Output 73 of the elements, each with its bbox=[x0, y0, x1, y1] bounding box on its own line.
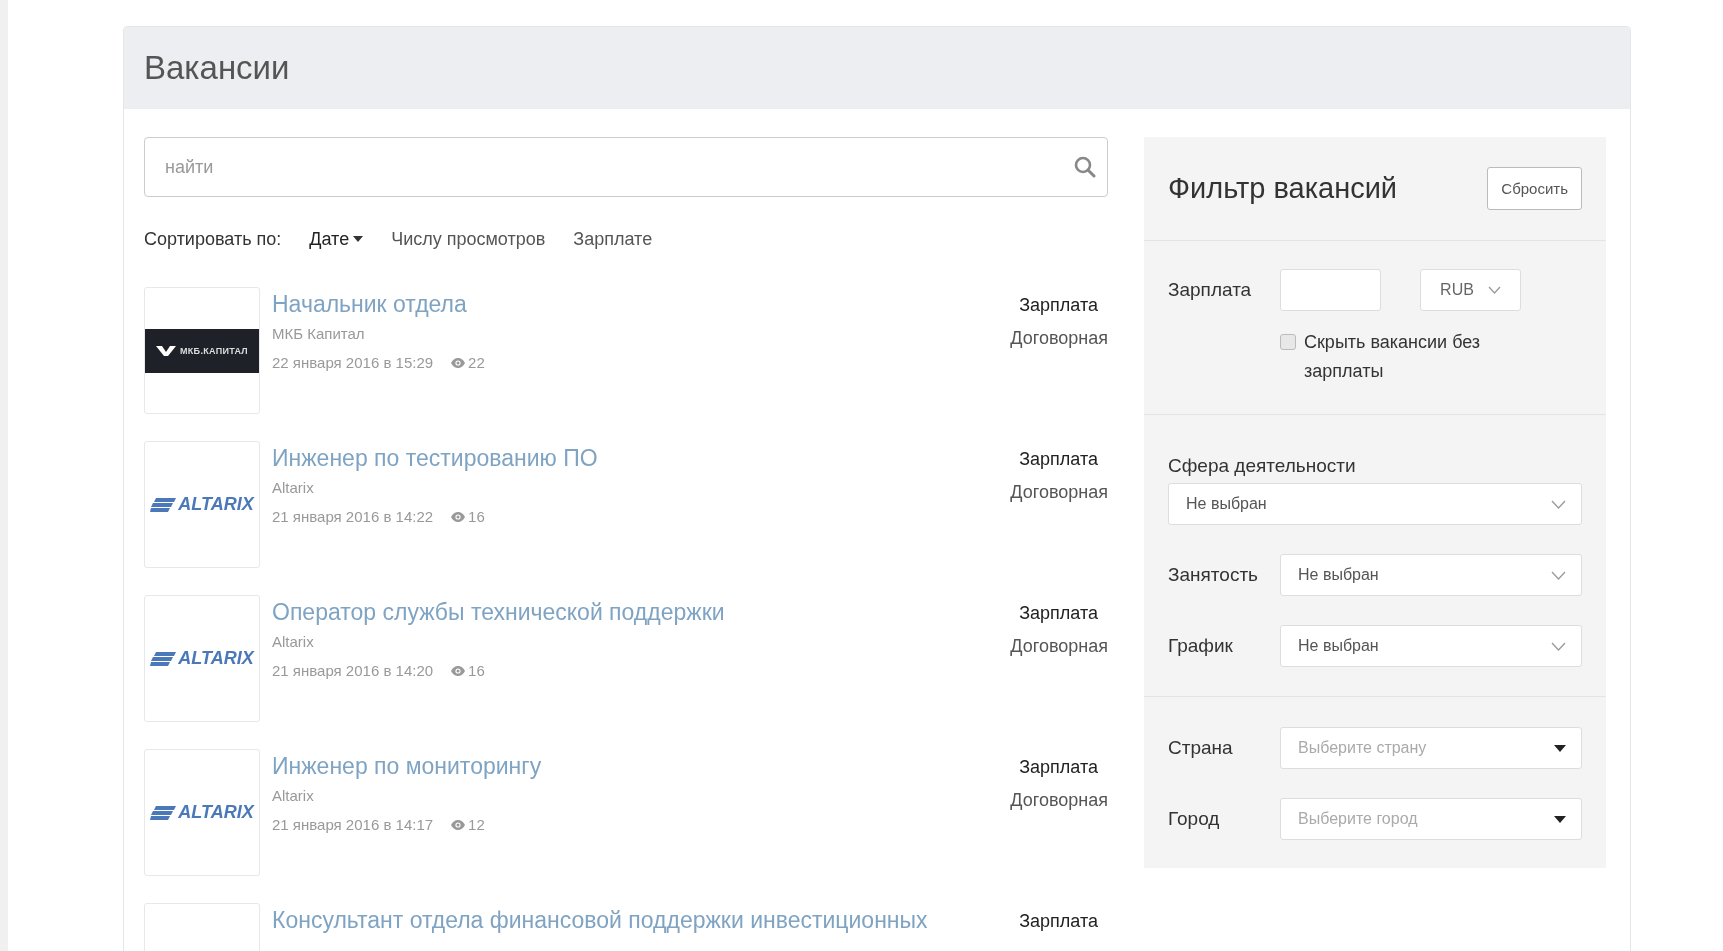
company-name: Altarix bbox=[272, 787, 315, 804]
eye-icon bbox=[451, 357, 466, 368]
location-select[interactable]: Выберите город bbox=[1280, 798, 1582, 840]
salary-value: Договорная bbox=[1009, 636, 1108, 657]
sphere-select[interactable]: Не выбран bbox=[1168, 483, 1582, 525]
salary-label: Зарплата bbox=[1018, 295, 1099, 316]
checkbox-label: Скрыть вакансии без зарплаты bbox=[1304, 331, 1482, 383]
vacancy-title-link[interactable]: Инженер по тестированию ПО bbox=[272, 445, 998, 472]
sort-label: Сортировать по: bbox=[144, 228, 282, 250]
select-label: График bbox=[1168, 635, 1234, 657]
company-name: МКБ Капитал bbox=[272, 325, 366, 342]
chevron-down-icon bbox=[1551, 570, 1566, 580]
post-date: 21 января 2016 в 14:17 bbox=[272, 816, 434, 833]
vacancy-title-link[interactable]: Начальник отдела bbox=[272, 291, 998, 318]
view-count: 16 bbox=[468, 662, 485, 679]
reset-button[interactable]: Сбросить bbox=[1487, 167, 1582, 210]
company-name: Altarix bbox=[272, 633, 315, 650]
currency-select[interactable]: RUB bbox=[1420, 269, 1521, 311]
location-label: Город bbox=[1168, 808, 1221, 830]
logo-text: ALTARIX bbox=[178, 802, 254, 823]
company-logo[interactable]: ALTARIX bbox=[144, 749, 260, 876]
view-count: 22 bbox=[468, 354, 485, 371]
sort-option[interactable]: Дате bbox=[309, 228, 364, 250]
salary-value: Договорная bbox=[1009, 790, 1108, 811]
company-logo[interactable]: МКБ.КАПИТАЛ bbox=[144, 287, 260, 414]
dropdown-select[interactable]: Не выбран bbox=[1280, 625, 1582, 667]
stripes-mark-icon bbox=[150, 651, 177, 666]
logo-text: ALTARIX bbox=[178, 494, 254, 515]
vacancy-title-link[interactable]: Оператор службы технической поддержки bbox=[272, 599, 998, 626]
post-date: 21 января 2016 в 14:20 bbox=[272, 662, 434, 679]
salary-value: Договорная bbox=[1009, 328, 1108, 349]
company-logo[interactable]: ALTARIX bbox=[144, 595, 260, 722]
salary-label: Зарплата bbox=[1168, 279, 1253, 301]
dropdown-select[interactable]: Не выбран bbox=[1280, 554, 1582, 596]
sphere-label: Сфера деятельности bbox=[1168, 455, 1357, 477]
location-label: Страна bbox=[1168, 737, 1234, 759]
chevron-down-icon bbox=[1551, 499, 1566, 509]
company-name: Altarix bbox=[272, 479, 315, 496]
search-icon[interactable] bbox=[1074, 156, 1096, 178]
chevron-down-icon bbox=[1487, 286, 1501, 294]
salary-value: Договорная bbox=[1009, 482, 1108, 503]
eye-icon bbox=[451, 511, 466, 522]
vacancy-title-link[interactable]: Инженер по мониторингу bbox=[272, 753, 998, 780]
sort-option[interactable]: Зарплате bbox=[573, 228, 653, 250]
post-date: 22 января 2016 в 15:29 bbox=[272, 354, 434, 371]
eye-icon bbox=[451, 665, 466, 676]
search-field[interactable]: найти bbox=[144, 137, 1108, 197]
salary-label: Зарплата bbox=[1018, 603, 1099, 624]
select-label: Занятость bbox=[1168, 564, 1259, 586]
salary-label: Зарплата bbox=[1018, 449, 1099, 470]
salary-input[interactable] bbox=[1280, 269, 1381, 311]
filter-title: Фильтр вакансий bbox=[1168, 172, 1398, 205]
salary-label: Зарплата bbox=[1018, 911, 1099, 932]
stripes-mark-icon bbox=[150, 805, 177, 820]
sort-option[interactable]: Числу просмотров bbox=[391, 228, 546, 250]
view-count: 16 bbox=[468, 508, 485, 525]
caret-down-icon bbox=[1554, 815, 1566, 823]
location-select[interactable]: Выберите страну bbox=[1280, 727, 1582, 769]
chevron-mark-icon bbox=[156, 344, 177, 357]
caret-icon bbox=[353, 236, 364, 242]
page-title: Вакансии bbox=[144, 49, 290, 87]
view-count: 12 bbox=[468, 816, 485, 833]
logo-text: ALTARIX bbox=[178, 648, 254, 669]
eye-icon bbox=[451, 819, 466, 830]
salary-label: Зарплата bbox=[1018, 757, 1099, 778]
company-logo[interactable]: ALTARIX bbox=[144, 441, 260, 568]
checkbox[interactable] bbox=[1280, 334, 1296, 350]
stripes-mark-icon bbox=[150, 497, 177, 512]
logo-text: МКБ.КАПИТАЛ bbox=[180, 345, 248, 356]
chevron-down-icon bbox=[1551, 641, 1566, 651]
post-date: 21 января 2016 в 14:22 bbox=[272, 508, 434, 525]
vacancy-title-link[interactable]: Консультант отдела финансовой поддержки инвестиционных bbox=[272, 907, 998, 934]
caret-down-icon bbox=[1554, 744, 1566, 752]
